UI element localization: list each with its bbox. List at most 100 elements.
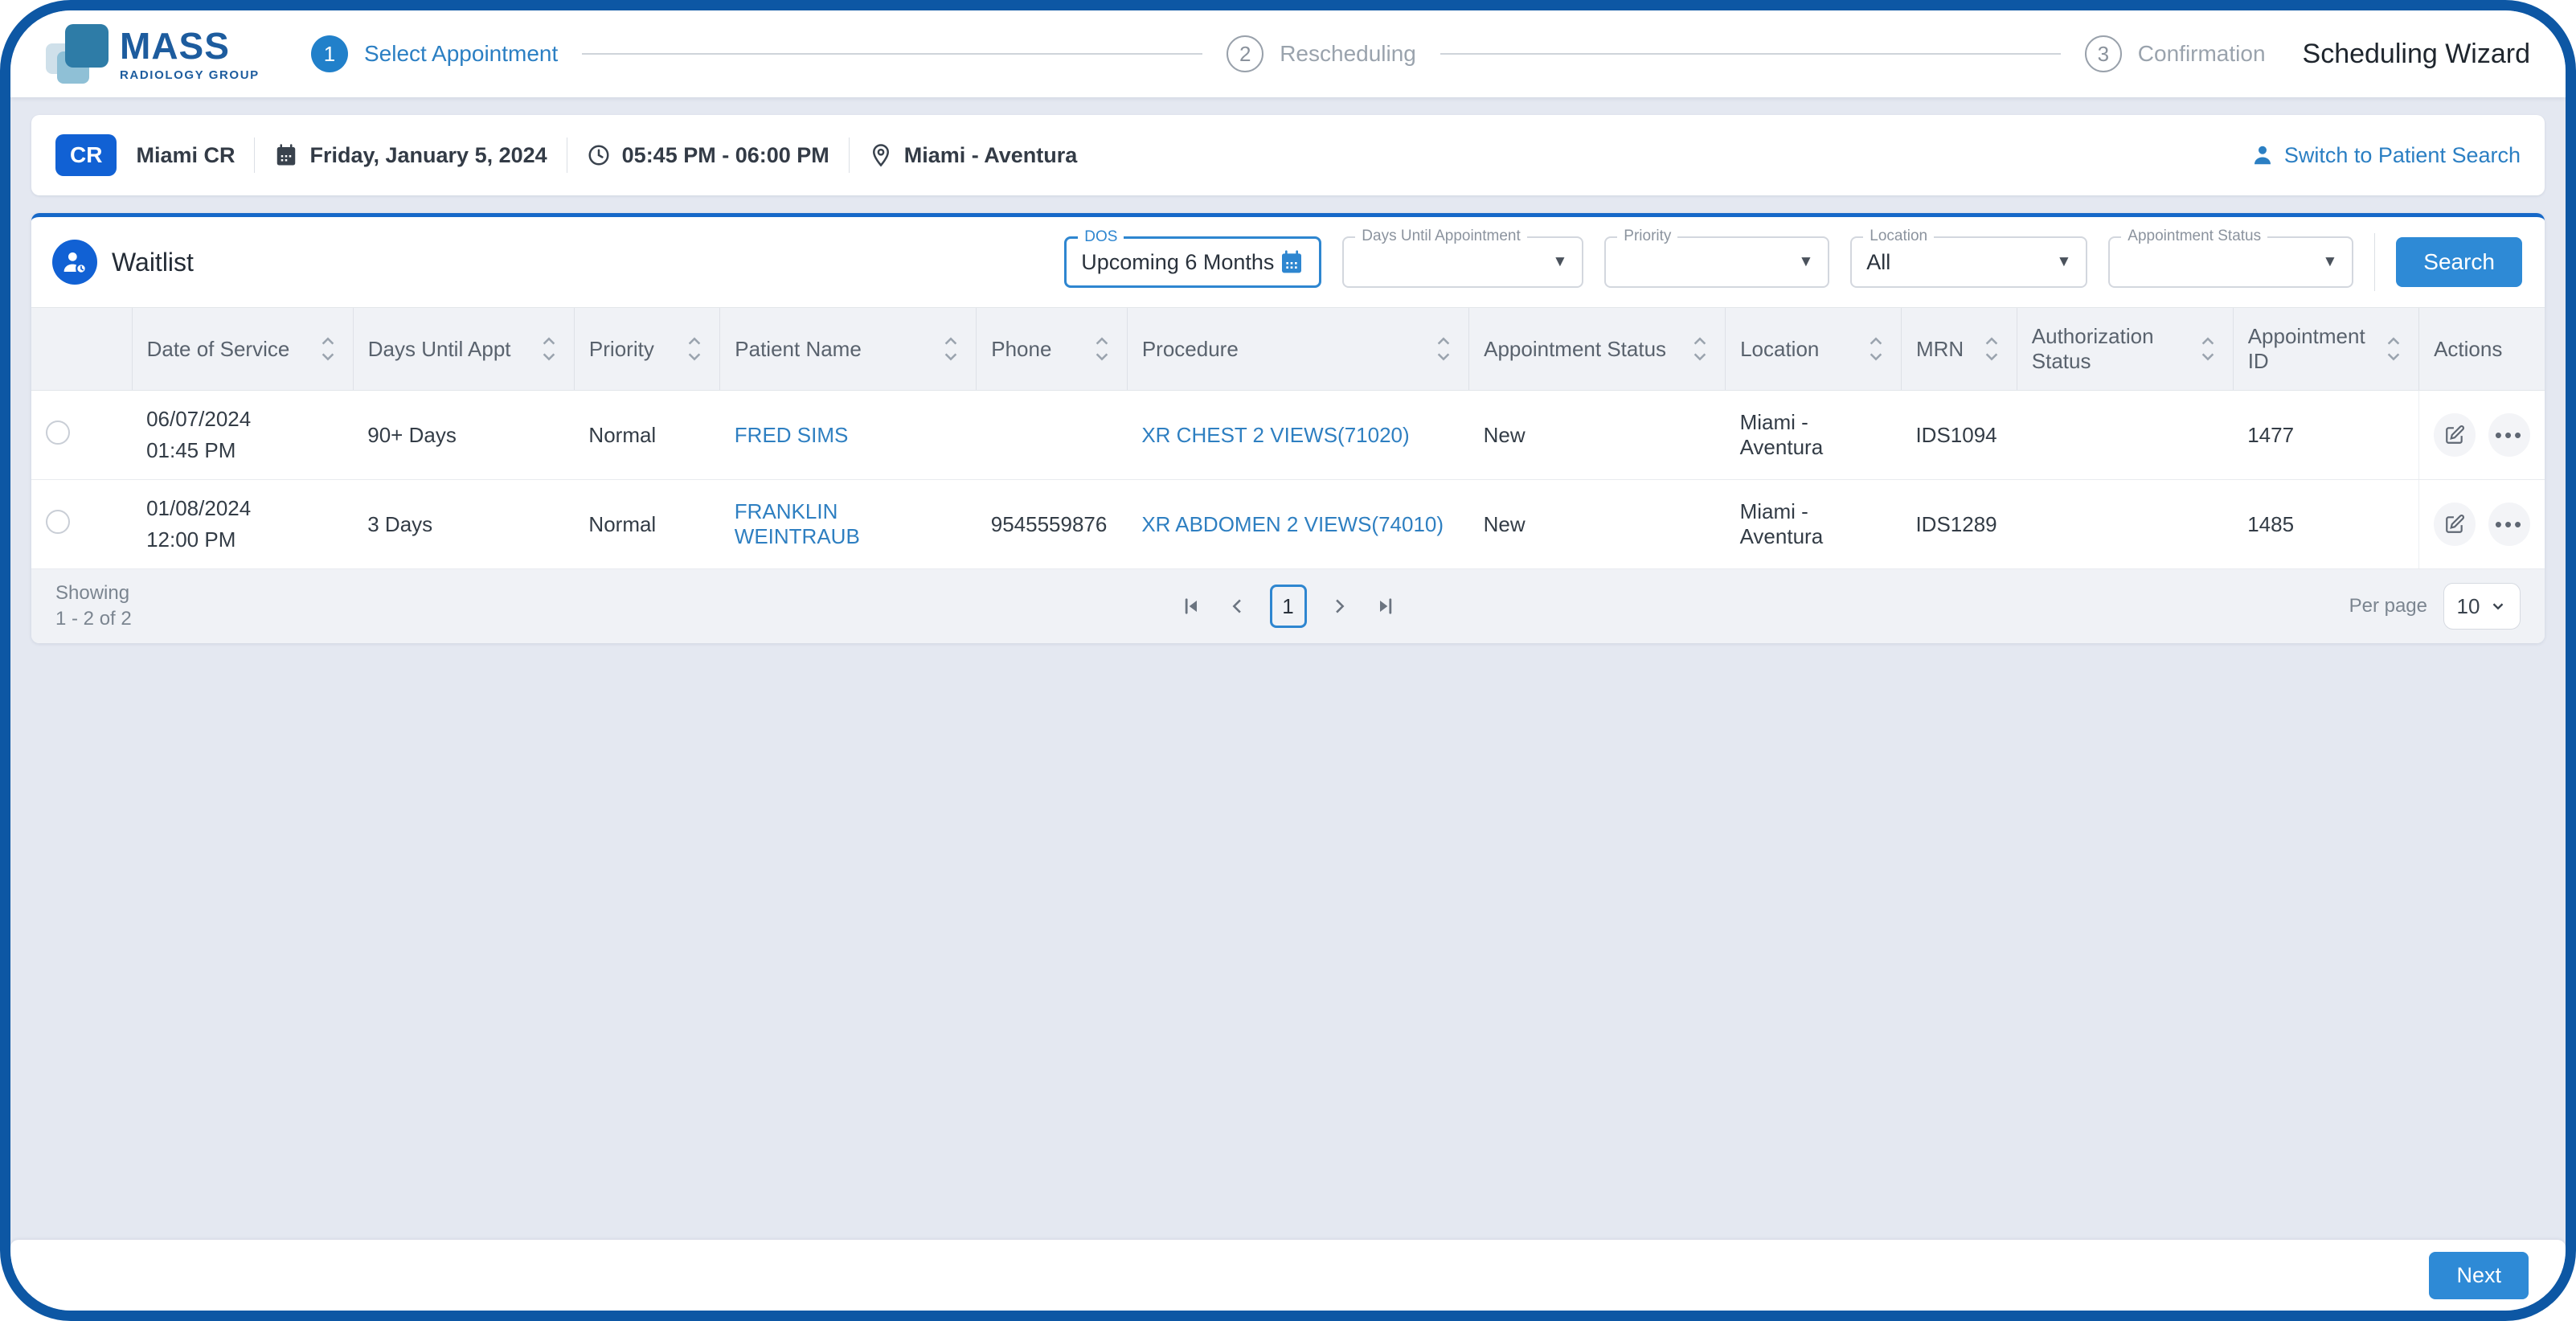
step-select-appointment[interactable]: 1 Select Appointment: [311, 35, 558, 72]
col-authorization-status[interactable]: Authorization Status: [2017, 308, 2233, 391]
step-2-label: Rescheduling: [1280, 41, 1416, 67]
table-row: 01/08/2024 12:00 PM 3 Days Normal FRANKL…: [31, 480, 2545, 569]
cell-priority: Normal: [574, 391, 719, 480]
cell-authorization-status: [2017, 391, 2233, 480]
col-appointment-status[interactable]: Appointment Status: [1469, 308, 1726, 391]
col-appointment-id[interactable]: Appointment ID: [2233, 308, 2418, 391]
next-button[interactable]: Next: [2429, 1252, 2529, 1299]
more-actions-button[interactable]: •••: [2488, 503, 2530, 546]
cell-appointment-id: 1477: [2233, 391, 2418, 480]
wizard-stepper: 1 Select Appointment 2 Rescheduling 3 Co…: [311, 35, 2266, 72]
col-mrn[interactable]: MRN: [1901, 308, 2017, 391]
step-rescheduling[interactable]: 2 Rescheduling: [1227, 35, 1416, 72]
page-last-button[interactable]: [1371, 592, 1400, 621]
modality-badge: CR: [55, 134, 117, 176]
step-3-circle: 3: [2085, 35, 2122, 72]
cell-phone: [977, 391, 1128, 480]
days-until-appointment-filter[interactable]: Days Until Appointment ▼: [1342, 236, 1583, 288]
cell-mrn: IDS1094: [1901, 391, 2017, 480]
step-1-label: Select Appointment: [364, 41, 558, 67]
cell-authorization-status: [2017, 480, 2233, 569]
col-location[interactable]: Location: [1726, 308, 1902, 391]
sort-icon[interactable]: [1981, 335, 2002, 363]
waitlist-header: Waitlist DOS Upcoming 6 Months Days Unti: [31, 217, 2545, 307]
appointment-time: 05:45 PM - 06:00 PM: [587, 143, 829, 168]
col-priority[interactable]: Priority: [574, 308, 719, 391]
col-days-until-appt[interactable]: Days Until Appt: [353, 308, 574, 391]
location-pin-icon: [869, 143, 893, 167]
appointment-location: Miami - Aventura: [869, 143, 1078, 168]
sort-icon[interactable]: [1865, 335, 1886, 363]
table-header-row: Date of Service Days Until Appt Priority…: [31, 308, 2545, 391]
sort-icon[interactable]: [1091, 335, 1112, 363]
app-window: MASS RADIOLOGY GROUP 1 Select Appointmen…: [0, 0, 2576, 1321]
col-procedure[interactable]: Procedure: [1127, 308, 1468, 391]
logo-icon: [46, 23, 109, 85]
page-first-button[interactable]: [1177, 592, 1206, 621]
edit-button[interactable]: [2434, 413, 2476, 457]
cell-phone: 9545559876: [977, 480, 1128, 569]
showing-count: Showing 1 - 2 of 2: [55, 581, 132, 633]
sort-icon[interactable]: [940, 335, 961, 363]
search-button[interactable]: Search: [2396, 237, 2522, 287]
sort-icon[interactable]: [2383, 335, 2404, 363]
cell-days-until: 90+ Days: [353, 391, 574, 480]
appointment-context-bar: CR Miami CR Friday, January 5, 2024 05:4…: [31, 115, 2545, 195]
page-prev-button[interactable]: [1223, 592, 1252, 621]
sort-icon[interactable]: [539, 335, 559, 363]
waitlist-panel: Waitlist DOS Upcoming 6 Months Days Unti: [31, 213, 2545, 643]
step-1-circle: 1: [311, 35, 348, 72]
logo-name: MASS: [120, 27, 260, 64]
page-last-icon: [1374, 595, 1397, 617]
procedure-link[interactable]: XR CHEST 2 VIEWS(71020): [1127, 391, 1468, 480]
step-3-label: Confirmation: [2138, 41, 2266, 67]
col-patient-name[interactable]: Patient Name: [720, 308, 977, 391]
dropdown-arrow-icon: ▼: [2322, 253, 2337, 271]
appointment-status-filter[interactable]: Appointment Status ▼: [2108, 236, 2353, 288]
content-area: CR Miami CR Friday, January 5, 2024 05:4…: [10, 97, 2566, 1240]
dropdown-arrow-icon: ▼: [1552, 253, 1567, 271]
calendar-icon[interactable]: [1279, 249, 1304, 275]
table-row: 06/07/2024 01:45 PM 90+ Days Normal FRED…: [31, 391, 2545, 480]
calendar-icon: [274, 143, 298, 167]
col-actions: Actions: [2419, 308, 2545, 391]
patient-name-link[interactable]: FRANKLIN WEINTRAUB: [720, 480, 977, 569]
edit-button[interactable]: [2434, 503, 2476, 546]
cell-location: Miami - Aventura: [1726, 480, 1902, 569]
per-page-control: Per page 10: [2349, 583, 2521, 630]
more-actions-button[interactable]: •••: [2488, 413, 2530, 457]
page-next-icon: [1328, 595, 1350, 617]
per-page-select[interactable]: 10: [2443, 583, 2521, 630]
location-filter[interactable]: Location All ▼: [1850, 236, 2087, 288]
sort-icon[interactable]: [1689, 335, 1710, 363]
page-first-icon: [1180, 595, 1202, 617]
row-radio[interactable]: [46, 421, 70, 445]
cell-date-of-service: 01/08/2024 12:00 PM: [132, 480, 353, 569]
sort-icon[interactable]: [1433, 335, 1454, 363]
sort-icon[interactable]: [684, 335, 705, 363]
edit-icon: [2444, 514, 2465, 535]
procedure-link[interactable]: XR ABDOMEN 2 VIEWS(74010): [1127, 480, 1468, 569]
pagination: 1: [1177, 585, 1400, 628]
per-page-label: Per page: [2349, 595, 2427, 617]
switch-to-patient-search-link[interactable]: Switch to Patient Search: [2250, 143, 2521, 168]
cell-days-until: 3 Days: [353, 480, 574, 569]
priority-filter[interactable]: Priority ▼: [1604, 236, 1829, 288]
step-confirmation[interactable]: 3 Confirmation: [2085, 35, 2266, 72]
dos-filter[interactable]: DOS Upcoming 6 Months: [1064, 236, 1321, 288]
sort-icon[interactable]: [317, 335, 338, 363]
page-next-button[interactable]: [1325, 592, 1354, 621]
col-date-of-service[interactable]: Date of Service: [132, 308, 353, 391]
row-radio[interactable]: [46, 510, 70, 534]
top-bar: MASS RADIOLOGY GROUP 1 Select Appointmen…: [10, 10, 2566, 97]
dos-value: Upcoming 6 Months: [1081, 250, 1274, 275]
logo-subtitle: RADIOLOGY GROUP: [120, 69, 260, 81]
edit-icon: [2444, 425, 2465, 445]
current-page[interactable]: 1: [1270, 585, 1307, 628]
cell-appointment-status: New: [1469, 480, 1726, 569]
patient-name-link[interactable]: FRED SIMS: [720, 391, 977, 480]
resource-name: Miami CR: [136, 143, 235, 168]
col-phone[interactable]: Phone: [977, 308, 1128, 391]
sort-icon[interactable]: [2197, 335, 2218, 363]
divider: [2374, 233, 2375, 291]
